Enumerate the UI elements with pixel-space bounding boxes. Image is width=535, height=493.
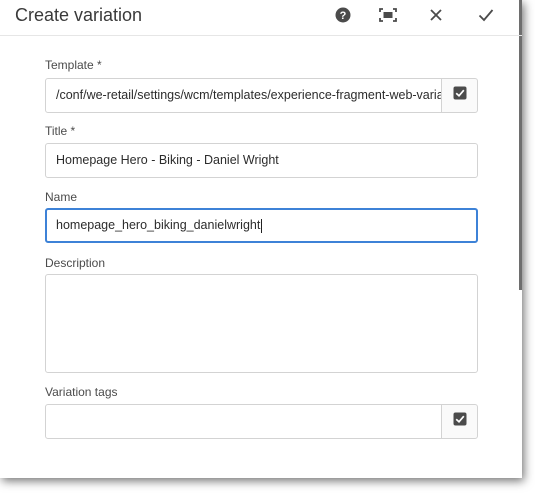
checkbox-checked-icon xyxy=(453,86,467,105)
fullscreen-button[interactable] xyxy=(376,6,400,28)
dialog-header: Create variation ? xyxy=(0,0,522,36)
svg-text:?: ? xyxy=(340,10,347,22)
checkmark-icon xyxy=(478,8,494,27)
create-variation-dialog: Create variation ? Template * /conf/we-r… xyxy=(0,0,522,478)
help-circle-icon: ? xyxy=(335,7,351,28)
checkbox-checked-icon xyxy=(453,412,467,431)
template-picker-button[interactable] xyxy=(441,78,478,113)
dialog-title: Create variation xyxy=(15,5,143,25)
name-field[interactable]: homepage_hero_biking_danielwright xyxy=(45,208,478,243)
template-field[interactable]: /conf/we-retail/settings/wcm/templates/e… xyxy=(45,78,442,113)
close-icon xyxy=(429,8,443,27)
help-button[interactable]: ? xyxy=(331,6,355,28)
variation-tags-picker-button[interactable] xyxy=(441,404,478,439)
done-button[interactable] xyxy=(474,6,498,28)
text-caret xyxy=(261,218,263,233)
fullscreen-icon xyxy=(379,7,397,27)
title-field[interactable]: Homepage Hero - Biking - Daniel Wright xyxy=(45,143,478,178)
title-label: Title * xyxy=(45,124,76,138)
dialog-edge-strip xyxy=(519,0,522,290)
variation-tags-label: Variation tags xyxy=(45,385,118,399)
description-label: Description xyxy=(45,256,106,270)
close-button[interactable] xyxy=(424,6,448,28)
name-label: Name xyxy=(45,190,78,204)
name-field-value: homepage_hero_biking_danielwright xyxy=(56,218,261,232)
description-textarea[interactable] xyxy=(45,274,478,373)
variation-tags-field[interactable] xyxy=(45,404,442,439)
template-label: Template * xyxy=(45,58,102,72)
